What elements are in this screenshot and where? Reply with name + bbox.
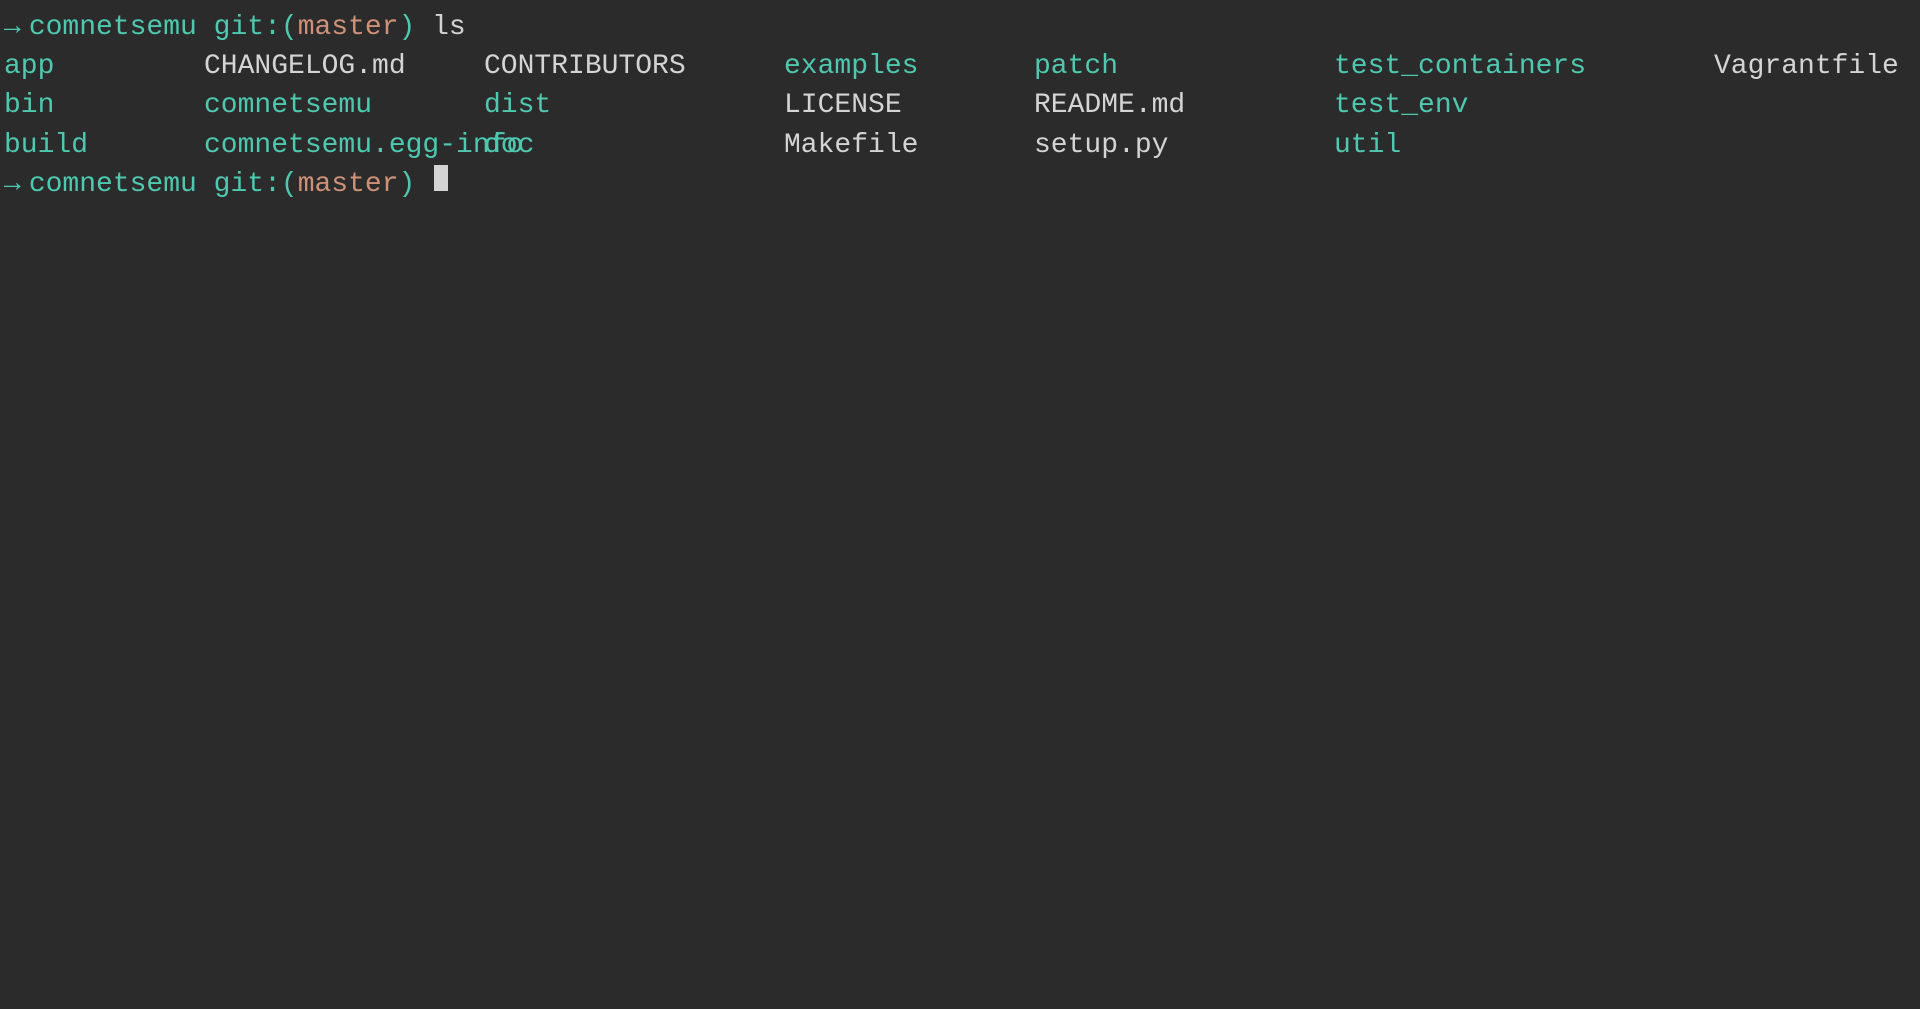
prompt-git-branch-close-1: ) [399, 8, 416, 47]
prompt-git-2 [197, 165, 214, 204]
prompt-cmd-1: ls [415, 8, 465, 47]
ls-item-patch: patch [1034, 47, 1334, 86]
prompt-git-branch-open-1: ( [281, 8, 298, 47]
ls-item-examples: examples [784, 47, 1034, 86]
ls-item-doc: doc [484, 126, 784, 165]
prompt-git-branch-close-2: ) [399, 165, 416, 204]
terminal: → comnetsemu git: ( master ) ls app CHAN… [0, 0, 1920, 1009]
prompt-dir-2: comnetsemu [29, 165, 197, 204]
ls-item-build: build [4, 126, 204, 165]
ls-item-vagrantfile: Vagrantfile [1714, 47, 1916, 86]
ls-item-empty-2 [1714, 126, 1916, 165]
ls-output: app CHANGELOG.md CONTRIBUTORS examples p… [0, 47, 1920, 165]
ls-item-empty-1 [1714, 86, 1916, 125]
ls-item-test-containers: test_containers [1334, 47, 1714, 86]
ls-item-comnetsemu: comnetsemu [204, 86, 484, 125]
prompt-git-branch-1: master [298, 8, 399, 47]
ls-item-app: app [4, 47, 204, 86]
ls-item-egg-info: comnetsemu.egg-info [204, 126, 484, 165]
ls-item-bin: bin [4, 86, 204, 125]
ls-item-test-env: test_env [1334, 86, 1714, 125]
prompt-arrow-2: → [4, 165, 21, 204]
ls-item-setup: setup.py [1034, 126, 1334, 165]
prompt-git-branch-2: master [298, 165, 399, 204]
ls-item-license: LICENSE [784, 86, 1034, 125]
ls-item-dist: dist [484, 86, 784, 125]
prompt-line-1: → comnetsemu git: ( master ) ls [0, 8, 1920, 47]
ls-item-changelog: CHANGELOG.md [204, 47, 484, 86]
prompt-git-label-1: git: [214, 8, 281, 47]
ls-item-readme: README.md [1034, 86, 1334, 125]
prompt-git-branch-open-2: ( [281, 165, 298, 204]
prompt-space-2 [415, 165, 432, 204]
ls-item-makefile: Makefile [784, 126, 1034, 165]
terminal-cursor[interactable] [434, 165, 448, 191]
ls-item-util: util [1334, 126, 1714, 165]
prompt-arrow-1: → [4, 8, 21, 47]
prompt-git-label-2: git: [214, 165, 281, 204]
prompt-dir-1: comnetsemu [29, 8, 197, 47]
prompt-line-2[interactable]: → comnetsemu git: ( master ) [0, 165, 1920, 204]
prompt-git-1 [197, 8, 214, 47]
ls-item-contributors: CONTRIBUTORS [484, 47, 784, 86]
